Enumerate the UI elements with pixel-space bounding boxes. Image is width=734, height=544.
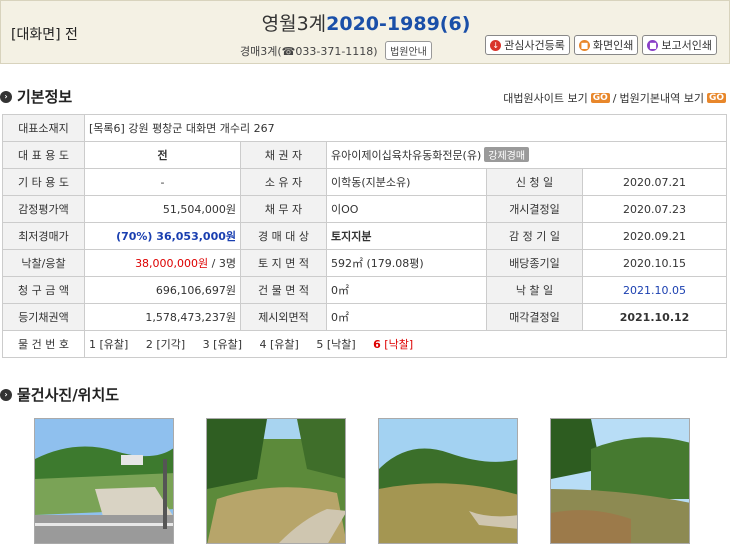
interest-register-button[interactable]: ↓ 관심사건등록 [485,35,570,55]
property-photo-1[interactable] [34,418,174,544]
minimum-price: (70%) 36,053,000원 [84,222,241,250]
property-photo-3[interactable] [378,418,518,544]
history-item-6[interactable]: 6 [낙찰] [373,338,413,351]
external-links: 대법원사이트 보기 GO / 법원기본내역 보기 GO [503,90,726,106]
item-history: 1 [유찰] 2 [기각] 3 [유찰] 4 [유찰] 5 [낙찰] 6 [낙찰… [84,330,728,358]
go-badge-supreme[interactable]: GO [590,93,610,103]
basic-info-heading: › 기본정보 [0,86,72,107]
table-row: 감정평가액 51,504,000원 채 무 자 이OO 개시결정일 2020.0… [2,195,728,223]
basic-info-table: 대표소재지 [목록6] 강원 평창군 대화면 개수리 267 대 표 용 도 전… [2,114,728,358]
case-header: [대화면] 전 영월3계2020-1989(6) 경매3계(☎033-371-1… [0,0,730,64]
table-row: 물 건 번 호 1 [유찰] 2 [기각] 3 [유찰] 4 [유찰] 5 [낙… [2,330,728,358]
phone-number: 033-371-1118) [295,45,378,58]
address-value: 강원 평창군 대화면 개수리 267 [128,122,275,135]
table-row: 낙찰/응찰 38,000,000원 / 3명 토 지 면 적 592㎡ (179… [2,249,728,277]
print-screen-button[interactable]: ■ 화면인쇄 [573,35,639,55]
table-row: 최저경매가 (70%) 36,053,000원 경 매 대 상 토지지분 감 정… [2,222,728,250]
court-contact: 경매3계(☎033-371-1118) 법원안내 [240,41,432,60]
court-detail-link[interactable]: 법원기본내역 보기 [619,90,703,106]
table-row: 청 구 금 액 696,106,697원 건 물 면 적 0㎡ 낙 찰 일 20… [2,276,728,304]
court-info-button[interactable]: 법원안내 [385,41,432,60]
court-name: 영월3계 [261,13,327,35]
report-icon: ■ [647,39,659,51]
print-report-button[interactable]: ■ 보고서인쇄 [642,35,717,55]
table-row: 등기채권액 1,578,473,237원 제시외면적 0㎡ 매각결정일 2021… [2,303,728,331]
chevron-right-icon: › [0,90,12,103]
case-title: 영월3계2020-1989(6) [1,9,731,36]
history-item-1[interactable]: 1 [유찰] [89,338,128,351]
photo-4-image [551,419,689,543]
winning-date: 2021.10.05 [581,276,728,304]
chevron-right-icon: › [0,388,12,401]
history-item-4[interactable]: 4 [유찰] [259,338,298,351]
supreme-court-link[interactable]: 대법원사이트 보기 [503,90,587,106]
photo-3-image [379,419,517,543]
download-icon: ↓ [490,39,502,51]
go-badge-court[interactable]: GO [706,93,726,103]
printer-icon: ■ [578,39,590,51]
photo-2-image [207,419,345,543]
property-photo-2[interactable] [206,418,346,544]
property-photo-4[interactable] [550,418,690,544]
history-item-5[interactable]: 5 [낙찰] [316,338,355,351]
forced-auction-badge: 강제경매 [484,147,530,162]
table-row: 대표소재지 [목록6] 강원 평창군 대화면 개수리 267 [2,114,728,142]
table-row: 대 표 용 도 전 채 권 자 유아이제이십육차유동화전문(유) 강제경매 [2,141,728,169]
address-cell: [목록6] 강원 평창군 대화면 개수리 267 [83,114,728,142]
history-item-3[interactable]: 3 [유찰] [203,338,242,351]
case-number: 2020-1989(6) [326,13,471,35]
photos-heading: › 물건사진/위치도 [0,384,119,405]
table-row: 기 타 용 도 - 소 유 자 이학동(지분소유) 신 청 일 2020.07.… [2,168,728,196]
creditor-value: 유아이제이십육차유동화전문(유) [331,149,482,162]
photo-gallery [34,418,690,544]
winning-bid: 38,000,000원 [135,257,209,270]
history-item-2[interactable]: 2 [기각] [146,338,185,351]
photo-1-image [35,419,173,543]
